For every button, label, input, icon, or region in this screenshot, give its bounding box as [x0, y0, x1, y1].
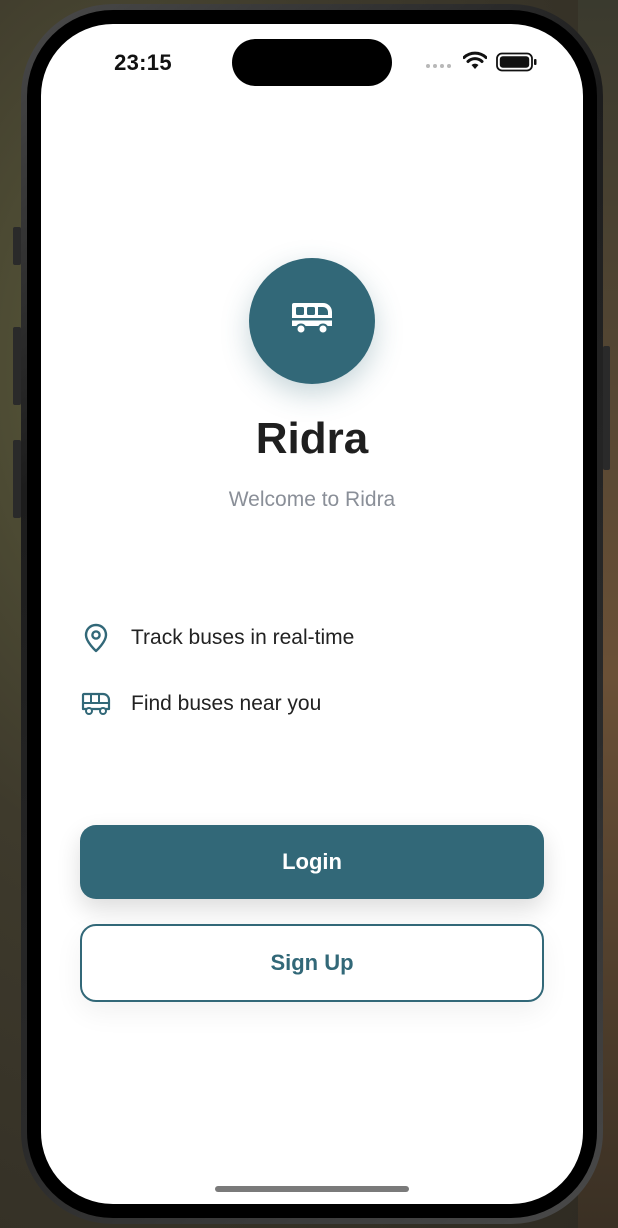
battery-icon	[496, 52, 538, 77]
app-title: Ridra	[255, 414, 369, 463]
feature-label: Find buses near you	[131, 692, 322, 715]
app-subtitle: Welcome to Ridra	[228, 488, 396, 511]
feature-label: Track buses in real-time	[131, 626, 355, 649]
cellular-dots-icon	[426, 64, 451, 68]
status-bar-time: 23:15	[114, 50, 172, 75]
app-screen: 23:15 Ridra Welcome to Ridra Track buses…	[41, 24, 583, 1204]
action-button	[13, 227, 21, 265]
bus-icon	[288, 299, 336, 344]
home-indicator[interactable]	[215, 1186, 409, 1192]
volume-up-button	[13, 327, 21, 405]
login-button[interactable]: Login	[80, 825, 544, 899]
dynamic-island	[232, 39, 392, 86]
feature-find-buses: Find buses near you	[79, 687, 321, 721]
sign-up-button[interactable]: Sign Up	[80, 924, 544, 1002]
bus-icon	[79, 687, 113, 721]
power-button	[603, 346, 610, 470]
location-pin-icon	[79, 621, 113, 655]
volume-down-button	[13, 440, 21, 518]
wifi-icon	[462, 51, 488, 76]
feature-track-buses: Track buses in real-time	[79, 621, 354, 655]
app-logo	[249, 258, 375, 384]
